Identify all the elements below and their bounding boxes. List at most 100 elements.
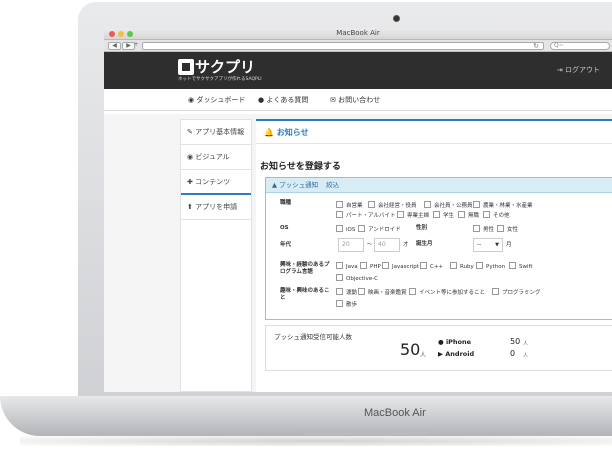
nav-item-dashboard[interactable]: ◉ ダッシュボード [188, 95, 245, 105]
question-icon: ● [258, 96, 265, 104]
skills-label: 興味・経験のあるプログラム言語 [280, 262, 330, 275]
skill-option[interactable]: Objective-C [336, 274, 378, 283]
birth-month-unit: 月 [506, 242, 512, 248]
upload-icon: ⬆ [187, 203, 193, 211]
apple-icon: ● [438, 338, 444, 346]
tab-label: お知らせ [276, 128, 309, 137]
recipients-total-unit: 人 [420, 352, 427, 359]
iphone-label: iPhone [445, 338, 472, 346]
logo-subtitle: ネットでサクサクアプリが作れるSAQPLI [178, 77, 262, 82]
job-option[interactable]: 自営業 [336, 201, 363, 210]
device-brand: MacBook Air [364, 407, 426, 419]
window-title: MacBook Air [336, 29, 380, 37]
eye-icon: ◉ [187, 153, 194, 161]
sidebar-item-visual[interactable]: ◉ ビジュアル [181, 145, 251, 170]
gender-option-female[interactable]: 女性 [497, 225, 518, 234]
job-option[interactable]: 専業主婦 [397, 211, 429, 220]
push-filter-header[interactable]: ▲ プッシュ通知 絞込 [266, 178, 612, 193]
birth-month-select[interactable]: -- ▼ [473, 238, 503, 252]
job-option[interactable]: 会社員・公務員 [424, 201, 473, 210]
gender-label: 性別 [416, 225, 428, 231]
sidebar-item-app-info[interactable]: ✎ アプリ基本情報 [181, 120, 251, 145]
tab-news[interactable]: 🔔 お知らせ [264, 127, 309, 138]
job-option[interactable]: 会社経営・役員 [368, 201, 417, 210]
dashboard-icon: ◉ [188, 96, 195, 104]
browser-search-field[interactable]: Q~ [550, 42, 610, 50]
browser-titlebar: MacBook Air [104, 28, 612, 40]
logout-icon: ⇥ [556, 66, 563, 74]
app-header: サクプリ ネットでサクサクアプリが作れるSAQPLI ⇥ ログアウト [104, 52, 612, 89]
skill-option[interactable]: Ruby [450, 262, 474, 271]
skill-option[interactable]: Swift [509, 262, 533, 271]
sidebar-item-apply[interactable]: ⬆ アプリを申請 [181, 195, 251, 220]
skill-option[interactable]: PHP [360, 262, 381, 271]
push-recipients-box: プッシュ通知受信可能人数 50 人 ● iPhone 50 人 ▶ Androi… [265, 325, 612, 371]
job-option[interactable]: パート・アルバイト [336, 211, 395, 220]
laptop-notch [300, 429, 430, 435]
age-tilde: 〜 [367, 242, 373, 248]
screen: MacBook Air ◀ ▶ + ↻ Q~ サクプリ ネットでサクサクアプリが… [104, 28, 612, 392]
job-option[interactable]: 学生 [433, 211, 454, 220]
skill-option[interactable]: C++ [420, 262, 443, 271]
os-option-android[interactable]: アンドロイド [358, 225, 401, 234]
nav-item-label: よくある質問 [266, 96, 309, 104]
age-label: 年代 [280, 242, 292, 248]
nav-item-faq[interactable]: ● よくある質問 [258, 95, 308, 105]
birth-month-value: -- [477, 241, 482, 248]
mail-icon: ✉ [330, 96, 336, 104]
chevron-up-icon: ▲ [272, 181, 277, 189]
sidebar-item-label: コンテンツ [195, 178, 231, 186]
age-unit: 才 [403, 242, 409, 248]
bell-icon: 🔔 [264, 128, 274, 137]
gender-option-male[interactable]: 男性 [473, 225, 494, 234]
back-button[interactable]: ◀ [108, 42, 121, 50]
sidebar-item-label: アプリ基本情報 [195, 128, 245, 136]
interests-label: 趣味・興味のあること [280, 288, 330, 301]
camera-icon [393, 15, 400, 22]
main-panel: 🔔 お知らせ お知らせを登録する ▲ プッシュ通知 絞込 職種 自営業 会社経営… [256, 119, 612, 392]
address-bar[interactable]: ↻ [142, 42, 544, 50]
logo-text: サクプリ [195, 58, 256, 76]
chevron-down-icon: ▼ [495, 242, 499, 248]
push-filter-box: ▲ プッシュ通知 絞込 職種 自営業 会社経営・役員 会社員・公務員 農業・林業… [265, 177, 612, 320]
skill-option[interactable]: Javascript [382, 262, 419, 271]
logout-link[interactable]: ⇥ ログアウト [557, 65, 600, 75]
interest-option[interactable]: 運動 [336, 288, 357, 297]
sidebar: ✎ アプリ基本情報 ◉ ビジュアル ✚ コンテンツ ⬆ アプリを申請 [180, 119, 252, 392]
interest-option[interactable]: 映画・音楽鑑賞 [358, 288, 407, 297]
new-tab-button[interactable]: + [132, 42, 140, 50]
sidebar-item-content[interactable]: ✚ コンテンツ [181, 170, 251, 195]
android-icon: ▶ [438, 350, 443, 358]
reload-icon[interactable]: ↻ [533, 42, 539, 50]
iphone-unit: 人 [523, 341, 529, 347]
birth-month-label: 誕生月 [416, 241, 433, 247]
age-to-input[interactable]: 40 [374, 238, 400, 252]
skill-option[interactable]: Python [476, 262, 505, 271]
job-option[interactable]: 農業・林業・水産業 [473, 201, 533, 210]
logout-label: ログアウト [565, 66, 600, 74]
job-option[interactable]: 無職 [458, 211, 479, 220]
android-unit: 人 [523, 353, 529, 359]
push-header-label: プッシュ通知 [279, 181, 319, 189]
job-option[interactable]: その他 [483, 211, 510, 220]
interest-option[interactable]: 散歩 [336, 300, 357, 309]
android-row: ▶ Android [438, 350, 474, 358]
interest-option[interactable]: プログラミング [492, 288, 541, 297]
sidebar-item-label: アプリを申請 [195, 203, 238, 211]
iphone-count: 50 [510, 337, 521, 346]
recipients-total: 50 [400, 340, 421, 359]
recipients-title: プッシュ通知受信可能人数 [274, 333, 352, 341]
os-label: OS [280, 225, 289, 231]
iphone-row: ● iPhone [438, 338, 471, 346]
sidebar-item-label: ビジュアル [195, 153, 230, 161]
edit-icon: ✎ [187, 128, 193, 136]
tab-divider [256, 143, 612, 144]
logo-mark-icon [178, 59, 194, 75]
skill-option[interactable]: Java [336, 262, 358, 271]
nav-item-contact[interactable]: ✉ お問い合わせ [330, 95, 380, 105]
age-from-input[interactable]: 20 [338, 238, 364, 252]
os-option-ios[interactable]: iOS [336, 225, 355, 234]
content-area: ✎ アプリ基本情報 ◉ ビジュアル ✚ コンテンツ ⬆ アプリを申請 🔔 お知ら… [104, 114, 612, 392]
android-count: 0 [510, 349, 516, 358]
interest-option[interactable]: イベント等に参加すること [409, 288, 485, 297]
